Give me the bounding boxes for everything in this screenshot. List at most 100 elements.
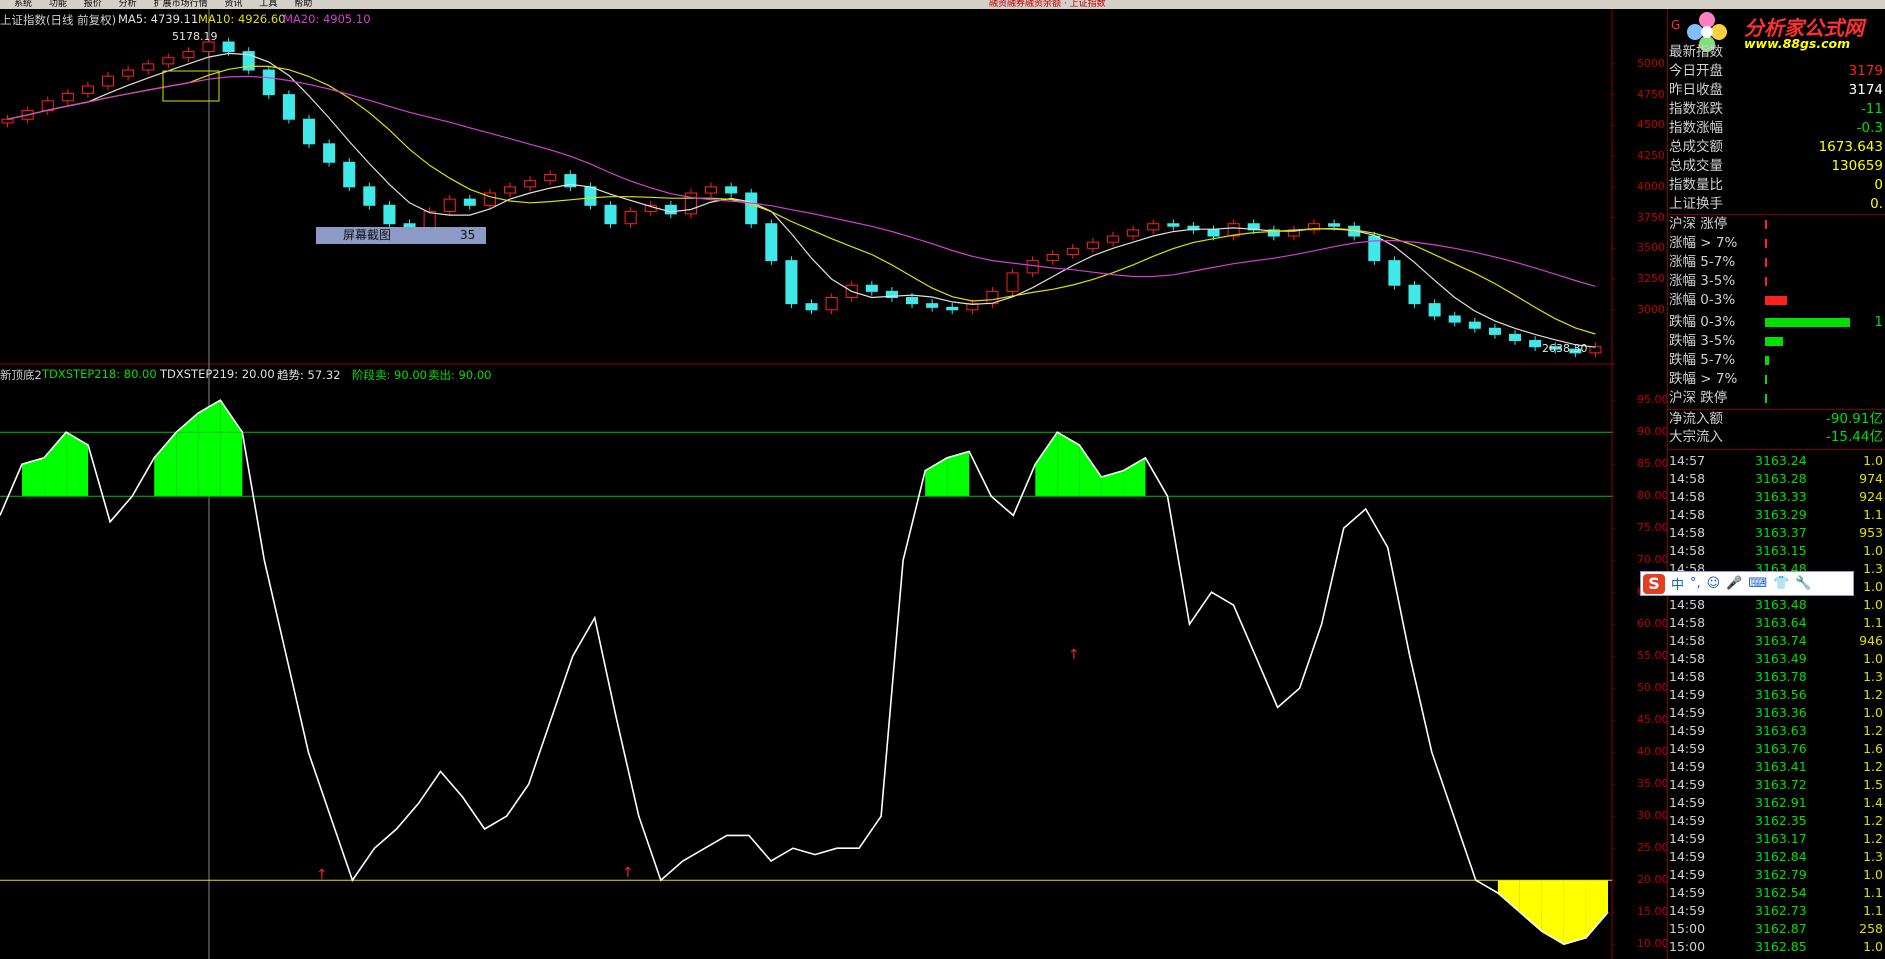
tick-row: 14:57 3163.24 1.0 xyxy=(1669,452,1883,470)
candle-body xyxy=(745,192,758,225)
menu-item[interactable]: 系统 xyxy=(14,0,32,9)
sogou-icon[interactable]: S xyxy=(1643,573,1665,594)
tick-price: 3163.15 xyxy=(1755,543,1807,558)
ime-chinese-mode[interactable]: 中 xyxy=(1671,574,1684,593)
indicator-tick-label: 25.00 xyxy=(1637,841,1669,855)
tick-row: 14:59 3162.79 1.0 xyxy=(1669,866,1883,884)
ime-punct-icon[interactable]: °, xyxy=(1690,576,1701,591)
candle-body xyxy=(1,118,14,124)
candle-body xyxy=(443,198,456,212)
step218-value: TDXSTEP218: 80.00 xyxy=(42,367,157,381)
tick-volume: 1.2 xyxy=(1863,813,1883,828)
breadth-bar xyxy=(1765,356,1769,365)
menu-item[interactable]: 分析 xyxy=(119,0,137,9)
sell-value: 卖出: 90.00 xyxy=(428,368,492,382)
tick-price: 3163.76 xyxy=(1755,741,1807,756)
row-label: 沪深 跌停 xyxy=(1669,390,1728,406)
ma20-value: MA20: 4905.10 xyxy=(283,12,371,26)
tick-price: 3162.73 xyxy=(1755,903,1807,918)
menu-center-text: 融资融券融资余额 · 上证指数 xyxy=(989,0,1106,9)
row-label: 跌幅 3-5% xyxy=(1669,333,1736,349)
candle-body xyxy=(1066,247,1079,255)
price-tick-label: 3250 xyxy=(1637,272,1665,286)
menu-item[interactable]: 帮助 xyxy=(294,0,312,9)
breadth-bar xyxy=(1765,296,1787,305)
tick-row: 14:59 3163.63 1.2 xyxy=(1669,722,1883,740)
candle-body xyxy=(102,75,115,87)
tick-time: 14:59 xyxy=(1669,777,1706,792)
menu-item[interactable]: 功能 xyxy=(49,0,67,9)
price-tick-label: 4250 xyxy=(1637,149,1665,163)
candle-body xyxy=(504,186,517,194)
tooltip-value: 35 xyxy=(460,228,476,242)
tick-row: 14:58 3163.64 1.1 xyxy=(1669,614,1883,632)
candle-body xyxy=(785,260,798,305)
candle-body xyxy=(1529,340,1542,348)
tick-volume: 1.2 xyxy=(1863,831,1883,846)
quote-row: 总成交额 1673.643 xyxy=(1669,139,1883,155)
breadth-row: 跌幅 5-7% xyxy=(1669,352,1883,368)
indicator-tick-label: 60.00 xyxy=(1637,617,1669,631)
price-tick-label: 4000 xyxy=(1637,179,1665,193)
quote-row: 指数量比 0 xyxy=(1669,177,1883,193)
tick-time: 14:58 xyxy=(1669,489,1706,504)
candle-body xyxy=(463,198,476,206)
menu-item[interactable]: 报价 xyxy=(84,0,102,9)
tick-volume: 1.0 xyxy=(1863,579,1883,594)
quote-row: 指数涨幅 -0.3 xyxy=(1669,120,1883,136)
indicator-tick-label: 40.00 xyxy=(1637,745,1669,759)
ime-skin-icon[interactable]: 👕 xyxy=(1773,576,1789,591)
low-annotation: 2638.30 xyxy=(1542,342,1588,355)
main-chart-title: 上证指数(日线 前复权) xyxy=(0,13,117,27)
kline-chart[interactable]: ↑↑↑↑ xyxy=(0,9,1615,959)
candle-body xyxy=(765,223,778,262)
tick-row: 14:58 3163.48 1.0 xyxy=(1669,596,1883,614)
breadth-bar xyxy=(1765,277,1767,286)
ime-toolbar[interactable]: S 中 °, ☺ 🎤 ⌨ 👕 🔧 xyxy=(1640,571,1854,596)
tick-time: 14:59 xyxy=(1669,705,1706,720)
row-label: 指数量比 xyxy=(1669,177,1723,193)
up-arrow-icon: ↑ xyxy=(1068,647,1080,663)
ime-emoji-icon[interactable]: ☺ xyxy=(1707,576,1721,591)
indicator-tick-label: 30.00 xyxy=(1637,809,1669,823)
candle-body xyxy=(323,143,336,163)
screenshot-tooltip[interactable]: 屏幕截图 35 xyxy=(316,227,486,244)
candle-body xyxy=(1006,272,1019,292)
price-tick-label: 3750 xyxy=(1637,210,1665,224)
tick-price: 3162.87 xyxy=(1755,921,1807,936)
row-value: 3179 xyxy=(1848,63,1883,79)
menu-item[interactable]: 工具 xyxy=(259,0,277,9)
ime-tools-icon[interactable]: 🔧 xyxy=(1795,576,1811,591)
ma5-line xyxy=(7,52,1596,348)
tick-row: 15:00 3162.87 258 xyxy=(1669,920,1883,938)
row-value: 3174 xyxy=(1848,82,1883,98)
row-label: 最新指数 xyxy=(1669,44,1723,60)
tick-time: 14:57 xyxy=(1669,453,1706,468)
green-signal-fill xyxy=(154,432,177,497)
breadth-bar xyxy=(1765,258,1767,267)
indicator-tick-label: 15.00 xyxy=(1637,905,1669,919)
tick-volume: 1.0 xyxy=(1863,939,1883,954)
breadth-bar xyxy=(1765,220,1767,229)
indicator-tick-label: 50.00 xyxy=(1637,681,1669,695)
price-tick-label: 4750 xyxy=(1637,87,1665,101)
menu-item[interactable]: 扩展市场行情 xyxy=(154,0,208,9)
tick-price: 3163.64 xyxy=(1755,615,1807,630)
candle-body xyxy=(926,303,939,308)
flow-row: 净流入额 -90.91亿 xyxy=(1669,411,1883,427)
ime-keyboard-icon[interactable]: ⌨ xyxy=(1748,576,1767,591)
menu-item[interactable]: 资讯 xyxy=(224,0,242,9)
tick-time: 14:59 xyxy=(1669,831,1706,846)
tick-volume: 258 xyxy=(1859,921,1883,936)
tick-time: 14:58 xyxy=(1669,525,1706,540)
ime-voice-icon[interactable]: 🎤 xyxy=(1726,576,1742,591)
candle-body xyxy=(1046,253,1059,262)
candle-body xyxy=(142,63,155,71)
row-label: 指数涨跌 xyxy=(1669,101,1723,117)
ma10-value: MA10: 4926.60 xyxy=(198,12,286,26)
candle-body xyxy=(946,306,959,311)
ma20-line xyxy=(7,75,1596,287)
tick-row: 14:59 3163.56 1.2 xyxy=(1669,686,1883,704)
breadth-row: 涨幅 0-3% xyxy=(1669,292,1883,308)
candle-body xyxy=(584,186,597,206)
